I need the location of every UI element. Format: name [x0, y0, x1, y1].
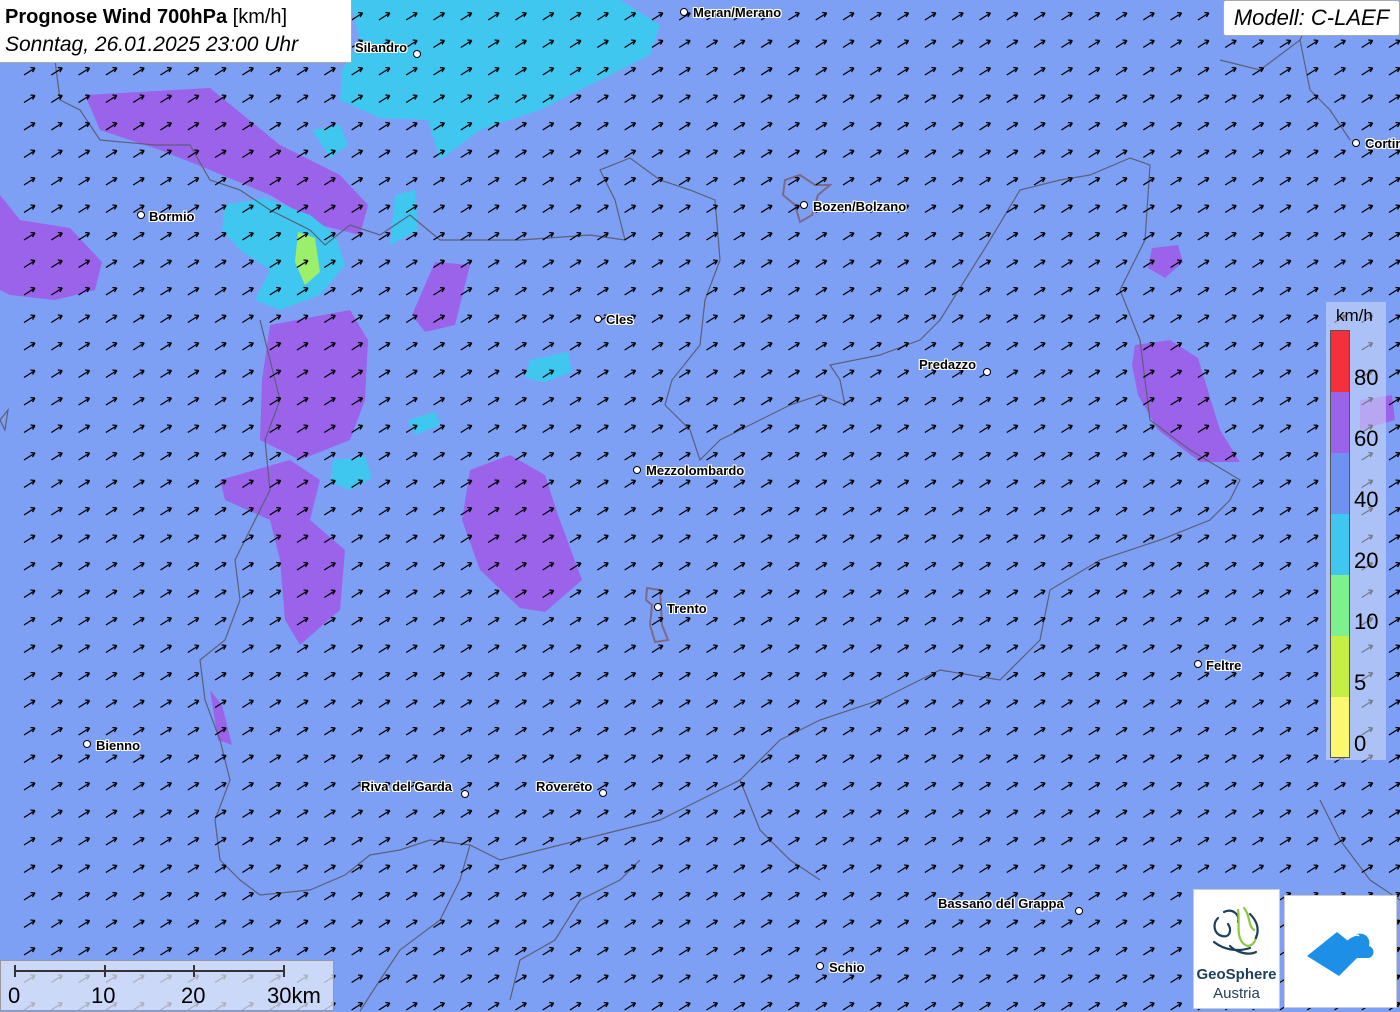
geosphere-logo-icon [1212, 906, 1259, 955]
city-label-riva-del-garda: Riva del Garda [361, 779, 453, 794]
city-dot[interactable] [413, 50, 421, 58]
geosphere-logo[interactable]: GeoSphere Austria [1193, 889, 1280, 1009]
city-dot[interactable] [1075, 907, 1083, 915]
city-label-cles: Cles [606, 312, 634, 327]
color-legend: km/h 80 60 40 20 10 5 0 [1326, 302, 1386, 760]
city-label-bormio: Bormio [149, 209, 195, 224]
scale-bar-line [14, 965, 285, 977]
city-dot[interactable] [599, 789, 607, 797]
city-dot[interactable] [137, 211, 145, 219]
legend-label-20: 20 [1354, 548, 1379, 573]
wind-map[interactable] [0, 0, 1400, 1011]
legend-seg-10 [1331, 575, 1349, 636]
city-dot[interactable] [83, 740, 91, 748]
city-dot[interactable] [654, 603, 662, 611]
city-dot[interactable] [1194, 660, 1202, 668]
map-title-box: Prognose Wind 700hPa [km/h] Sonntag, 26.… [0, 0, 352, 63]
legend-label-60: 60 [1354, 426, 1379, 451]
city-label-mezzolombardo: Mezzolombardo [646, 463, 745, 478]
scale-label-0: 0 [8, 983, 21, 1008]
legend-label-40: 40 [1354, 487, 1379, 512]
legend-unit: km/h [1336, 306, 1373, 325]
city-dot[interactable] [983, 368, 991, 376]
model-label: Modell: C-LAEF [1223, 0, 1400, 36]
legend-label-5: 5 [1354, 670, 1367, 695]
legend-seg-20 [1331, 514, 1349, 575]
legend-seg-60 [1331, 392, 1349, 453]
map-title: Prognose Wind 700hPa [km/h] [5, 4, 351, 30]
weather-app-logo[interactable] [1284, 895, 1397, 1008]
city-dot[interactable] [461, 790, 469, 798]
legend-seg-40 [1331, 453, 1349, 514]
geosphere-name: GeoSphere [1196, 966, 1277, 983]
legend-colorbar [1330, 330, 1350, 758]
city-label-bienno: Bienno [96, 738, 141, 753]
city-label-feltre: Feltre [1206, 658, 1242, 673]
city-dot[interactable] [594, 315, 602, 323]
scale-label-10: 10 [91, 983, 116, 1008]
city-label-bozen: Bozen/Bolzano [813, 199, 907, 214]
city-dot[interactable] [680, 8, 688, 16]
scale-bar: 0 10 20 30km [0, 960, 334, 1011]
legend-seg-5 [1331, 636, 1349, 697]
city-label-schio: Schio [829, 960, 865, 975]
title-main: Prognose Wind 700hPa [5, 6, 228, 28]
city-label-predazzo: Predazzo [919, 357, 977, 372]
city-label-cortina: Cortina [1365, 136, 1400, 151]
city-dot[interactable] [816, 962, 824, 970]
city-dot[interactable] [1352, 139, 1360, 147]
city-label-rovereto: Rovereto [536, 779, 593, 794]
city-label-meran: Meran/Merano [693, 5, 782, 20]
city-label-trento: Trento [667, 601, 707, 616]
city-dot[interactable] [633, 466, 641, 474]
scale-label-30km: 30km [267, 983, 321, 1008]
legend-seg-80 [1331, 331, 1349, 392]
title-unit: [km/h] [232, 6, 288, 28]
legend-label-80: 80 [1354, 365, 1379, 390]
legend-label-0: 0 [1354, 731, 1367, 756]
geosphere-sub: Austria [1213, 985, 1260, 1002]
house-cloud-icon [1307, 932, 1374, 976]
city-dot[interactable] [800, 201, 808, 209]
city-label-silandro: Silandro [355, 40, 408, 55]
city-label-bassano: Bassano del Grappa [938, 896, 1064, 911]
forecast-datetime: Sonntag, 26.01.2025 23:00 Uhr [5, 33, 299, 56]
scale-label-20: 20 [181, 983, 206, 1008]
legend-label-10: 10 [1354, 609, 1379, 634]
legend-seg-0 [1331, 697, 1349, 757]
